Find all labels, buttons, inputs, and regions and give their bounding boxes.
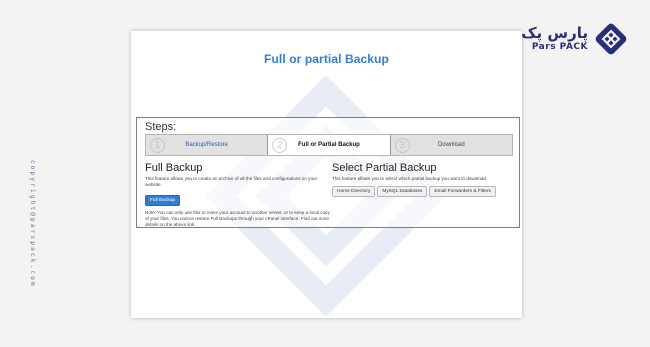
step-number-icon: 3 (394, 138, 410, 153)
full-backup-description: This feature allows you to create an arc… (145, 176, 318, 187)
brand-name-en: Pars PACK (531, 42, 588, 52)
brand-name-fa: پارس پک (521, 24, 588, 42)
mysql-databases-button[interactable]: MySQL Databases (377, 185, 428, 197)
brand-text: پارس پک Pars PACK (521, 26, 588, 52)
step-download: 3 Download (391, 135, 512, 155)
full-backup-note: Note: You can only use this to move your… (145, 209, 330, 227)
backup-panel: Steps: 1 Backup/Restore 2 Full or Partia… (136, 117, 520, 228)
step-label: Backup/Restore (185, 142, 229, 148)
steps-heading: Steps: (145, 121, 177, 133)
step-label: Download (437, 142, 465, 148)
steps-bar: 1 Backup/Restore 2 Full or Partial Backu… (145, 134, 513, 156)
watermark-vertical: copyright@parspack.com (29, 160, 36, 288)
partial-backup-heading: Select Partial Backup (332, 162, 437, 174)
step-number-icon: 2 (272, 138, 288, 153)
full-backup-button[interactable]: Full Backup (145, 194, 181, 206)
screenshot-card: Full or partial Backup Steps: 1 Backup/R… (131, 31, 522, 318)
email-forwarders-filters-button[interactable]: Email Forwarders & Filters (429, 185, 496, 197)
partial-backup-section: Select Partial Backup This feature allow… (332, 162, 512, 197)
home-directory-button[interactable]: Home Directory (332, 185, 376, 197)
step-number-icon: 1 (150, 138, 165, 153)
step-backup-restore[interactable]: 1 Backup/Restore (146, 135, 267, 155)
full-backup-section: Full Backup This feature allows you to c… (145, 162, 330, 228)
step-full-or-partial-backup: 2 Full or Partial Backup (267, 135, 391, 155)
brand-logo: پارس پک Pars PACK (521, 22, 628, 56)
pars-pack-logo-icon (595, 23, 627, 55)
partial-backup-buttons: Home Directory MySQL Databases Email For… (332, 185, 512, 197)
step-label: Full or Partial Backup (298, 142, 360, 148)
page-title: Full or partial Backup (264, 52, 389, 66)
full-backup-heading: Full Backup (145, 162, 203, 174)
partial-backup-description: This feature allows you to select which … (332, 176, 488, 181)
